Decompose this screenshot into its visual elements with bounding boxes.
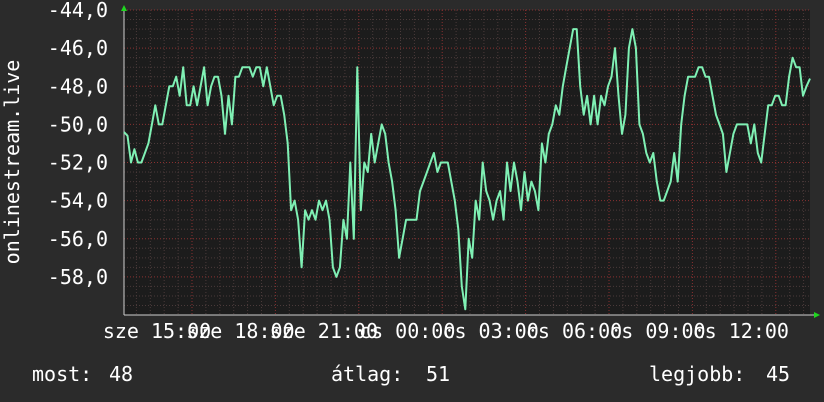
y-tick-label: -52,0 bbox=[48, 151, 108, 175]
y-axis-label: onlinestream.live bbox=[0, 60, 24, 265]
x-tick-label: cs 03:00 bbox=[442, 319, 538, 343]
y-tick-label: -44,0 bbox=[48, 0, 108, 22]
y-tick-label: -50,0 bbox=[48, 112, 108, 136]
x-tick-label: cs 06:00 bbox=[526, 319, 622, 343]
chart-container: -44,0 -46,0 -48,0 -50,0 -52,0 -54,0 -56,0 -58,0… bbox=[0, 0, 824, 402]
y-axis-arrow-icon bbox=[121, 5, 127, 11]
best-label: legjobb: bbox=[649, 362, 745, 386]
y-tick-label: -58,0 bbox=[48, 265, 108, 289]
best-value: 45 bbox=[766, 362, 790, 386]
y-tick-label: -46,0 bbox=[48, 36, 108, 60]
x-axis-arrow-icon bbox=[814, 312, 820, 318]
x-tick-label: cs 00:00 bbox=[359, 319, 455, 343]
y-tick-label: -48,0 bbox=[48, 74, 108, 98]
x-tick-label: cs 12:00 bbox=[693, 319, 789, 343]
line-chart: -44,0 -46,0 -48,0 -50,0 -52,0 -54,0 -56,0 -58,0… bbox=[0, 0, 820, 386]
average-label: átlag: bbox=[331, 362, 403, 386]
current-value: 48 bbox=[109, 362, 133, 386]
y-tick-label: -56,0 bbox=[48, 227, 108, 251]
average-value: 51 bbox=[426, 362, 450, 386]
current-label: most: bbox=[32, 362, 92, 386]
y-tick-label: -54,0 bbox=[48, 189, 108, 213]
x-tick-label: cs 09:00 bbox=[609, 319, 705, 343]
legend: most: 48 átlag: 51 legjobb: 45 bbox=[32, 362, 790, 386]
